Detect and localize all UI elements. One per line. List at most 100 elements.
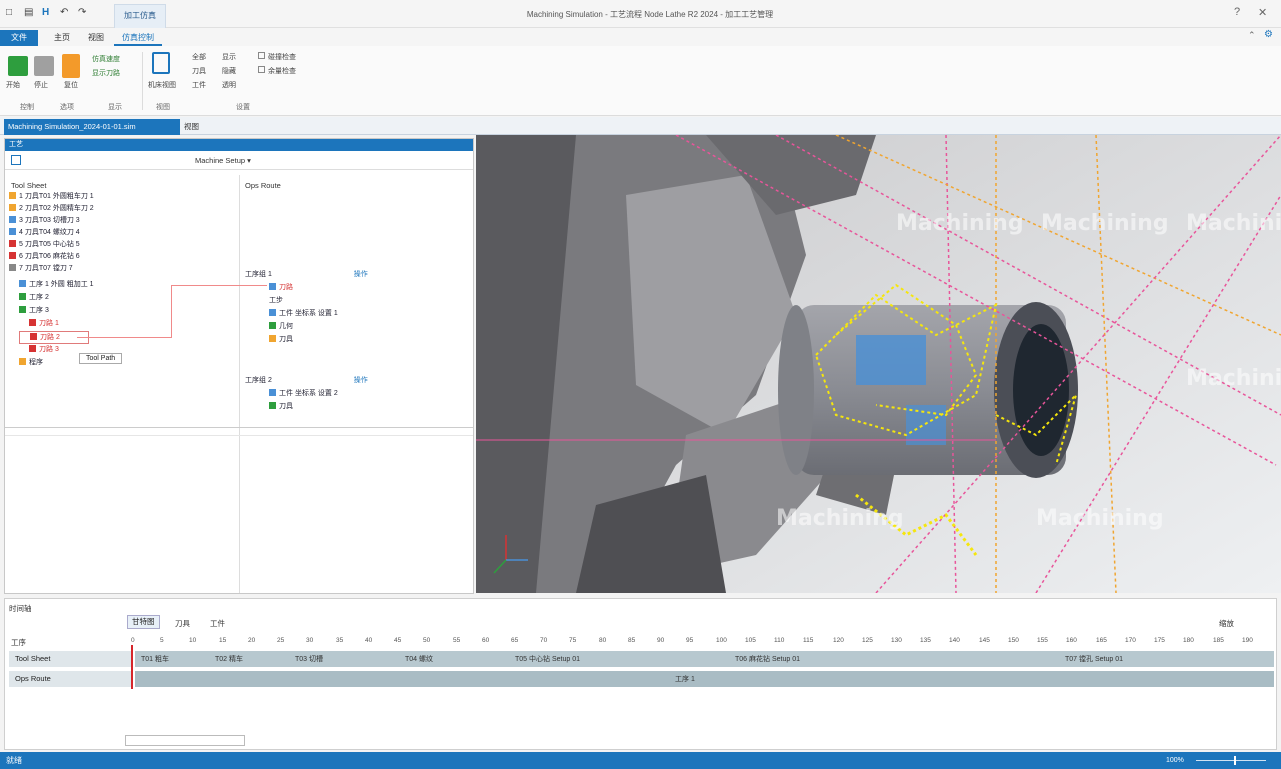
divider <box>5 169 473 170</box>
redo-icon[interactable]: ↷ <box>78 7 86 18</box>
ruler-tick: 125 <box>862 637 873 644</box>
ops-item[interactable]: 几何 <box>245 321 470 334</box>
setup-dropdown[interactable]: Machine Setup ▾ <box>195 156 251 165</box>
tree-item[interactable]: 4 刀具T04 螺纹刀 4 <box>9 227 229 239</box>
gantt-segment[interactable]: 工序 1 <box>675 674 695 684</box>
ruler-tick: 160 <box>1066 637 1077 644</box>
stock-checkbox[interactable] <box>258 66 265 73</box>
ops-item-label: 工步 <box>269 297 283 304</box>
machine-view-icon[interactable] <box>152 52 170 74</box>
stock-label: 余量检查 <box>268 68 296 75</box>
tab-file[interactable]: 文件 <box>0 30 38 46</box>
ruler-tick: 45 <box>394 637 402 644</box>
tab-sim-control[interactable]: 仿真控制 <box>114 30 162 46</box>
undo-icon[interactable]: ↶ <box>60 7 68 18</box>
tab-home[interactable]: 主页 <box>46 30 78 46</box>
ops-group-title[interactable]: 工序组 2 操作 <box>245 375 470 388</box>
collapse-ribbon-icon[interactable]: ⌃ <box>1248 30 1256 41</box>
tree-item[interactable]: 5 刀具T05 中心钻 5 <box>9 239 229 251</box>
ops-item[interactable]: 工步 <box>245 295 470 308</box>
gantt-segment[interactable]: T04 螺纹 <box>405 654 433 664</box>
tab-tool[interactable]: 刀具 <box>175 618 190 629</box>
gantt-segment[interactable]: T07 镗孔 Setup 01 <box>1065 654 1123 664</box>
hide-option[interactable]: 隐藏 <box>222 66 236 76</box>
ops-group-button[interactable]: 操作 <box>354 271 368 278</box>
ruler-tick: 105 <box>745 637 756 644</box>
zoom-button[interactable]: 缩放 <box>1219 618 1234 629</box>
tool-tree: 1 刀具T01 外圆粗车刀 1 2 刀具T02 外圆精车刀 2 3 刀具T03 … <box>9 191 229 275</box>
close-icon[interactable]: ✕ <box>1258 6 1267 19</box>
save-icon[interactable]: H <box>42 7 49 18</box>
reset-icon[interactable] <box>62 54 80 78</box>
sub-item[interactable]: 刀路 3 <box>19 344 239 357</box>
tab-gantt[interactable]: 甘特图 <box>127 615 160 629</box>
settings-icon[interactable]: ⚙ <box>1264 29 1273 40</box>
3d-viewport[interactable]: Machining Machining Machining Machining … <box>476 135 1281 593</box>
open-file-icon[interactable]: ▤ <box>24 7 33 18</box>
show-all-option[interactable]: 全部 <box>192 52 206 62</box>
gantt-segment[interactable]: T05 中心钻 Setup 01 <box>515 654 580 664</box>
panel-menu-icon[interactable] <box>11 155 21 165</box>
row-label-head: 工序 <box>11 638 26 647</box>
ops-item[interactable]: 刀具 <box>245 401 470 414</box>
ops-group-button[interactable]: 操作 <box>354 377 368 384</box>
transparent-option[interactable]: 透明 <box>222 80 236 90</box>
sub-item[interactable]: 刀路 1 <box>19 318 239 331</box>
ruler-tick: 120 <box>833 637 844 644</box>
collision-checkbox[interactable] <box>258 52 265 59</box>
gantt-bar[interactable]: 工序 1 <box>135 671 1274 687</box>
gantt-segment[interactable]: T01 粗车 <box>141 654 169 664</box>
start-icon[interactable] <box>8 56 28 76</box>
collision-label: 碰撞检查 <box>268 54 296 61</box>
ops-item-label: 几何 <box>279 323 293 330</box>
ruler-tick: 20 <box>248 637 256 644</box>
ruler-tick: 15 <box>219 637 227 644</box>
ruler-tick: 75 <box>569 637 577 644</box>
gantt-segment[interactable]: T03 切槽 <box>295 654 323 664</box>
speed-option[interactable]: 仿真速度 <box>92 54 120 64</box>
zoom-slider-thumb[interactable] <box>1234 756 1236 765</box>
ruler-tick: 5 <box>160 637 164 644</box>
tree-item[interactable]: 3 刀具T03 切槽刀 3 <box>9 215 229 227</box>
display-option[interactable]: 显示 <box>222 52 236 62</box>
tab-part[interactable]: 工件 <box>210 618 225 629</box>
panel-header: 工艺 <box>5 139 473 151</box>
sub-item[interactable]: 程序 <box>19 357 239 370</box>
tree-item[interactable]: 2 刀具T02 外圆精车刀 2 <box>9 203 229 215</box>
new-file-icon[interactable]: □ <box>6 7 12 18</box>
sub-item[interactable]: 工序 3 <box>19 305 239 318</box>
path-option[interactable]: 显示刀路 <box>92 68 120 78</box>
doc-tab-extra[interactable]: 视图 <box>184 121 199 132</box>
help-icon[interactable]: ? <box>1234 6 1240 18</box>
ruler-tick: 135 <box>920 637 931 644</box>
doc-tab-active[interactable]: Machining Simulation_2024-01-01.sim <box>4 119 180 135</box>
machine-scene: Machining Machining Machining Machining … <box>476 135 1281 593</box>
zoom-slider[interactable] <box>1196 760 1266 761</box>
ruler-tick: 100 <box>716 637 727 644</box>
playhead[interactable] <box>131 645 133 689</box>
ops-group-title[interactable]: 工序组 1 操作 <box>245 269 470 282</box>
sub-item[interactable]: 工序 2 <box>19 292 239 305</box>
show-tool-option[interactable]: 刀具 <box>192 66 206 76</box>
watermark: Machining <box>776 506 904 531</box>
tree-item[interactable]: 1 刀具T01 外圆粗车刀 1 <box>9 191 229 203</box>
time-ruler: 0 5 10 15 20 25 30 35 40 45 50 55 60 65 70 75 80 85 90 95 10… <box>131 637 1271 647</box>
watermark: Machining <box>1036 506 1164 531</box>
ops-item[interactable]: 刀路 <box>245 282 470 295</box>
stop-icon[interactable] <box>34 56 54 76</box>
tree-item[interactable]: 7 刀具T07 镗刀 7 <box>9 263 229 275</box>
show-part-option[interactable]: 工件 <box>192 80 206 90</box>
timeline-input[interactable] <box>125 735 245 746</box>
gantt-segment[interactable]: T02 精车 <box>215 654 243 664</box>
sub-item-label: 工序 2 <box>29 294 49 301</box>
gantt-bar[interactable]: T01 粗车 T02 精车 T03 切槽 T04 螺纹 T05 中心钻 Setu… <box>135 651 1274 667</box>
ops-item[interactable]: 工件 坐标系 设置 1 <box>245 308 470 321</box>
ops-item[interactable]: 工件 坐标系 设置 2 <box>245 388 470 401</box>
ruler-tick: 180 <box>1183 637 1194 644</box>
gantt-segment[interactable]: T06 麻花钻 Setup 01 <box>735 654 800 664</box>
tree-item[interactable]: 6 刀具T06 麻花钻 6 <box>9 251 229 263</box>
tab-view[interactable]: 视图 <box>80 30 112 46</box>
panel-splitter[interactable] <box>239 175 240 593</box>
separator <box>142 52 143 110</box>
ops-item[interactable]: 刀具 <box>245 334 470 347</box>
